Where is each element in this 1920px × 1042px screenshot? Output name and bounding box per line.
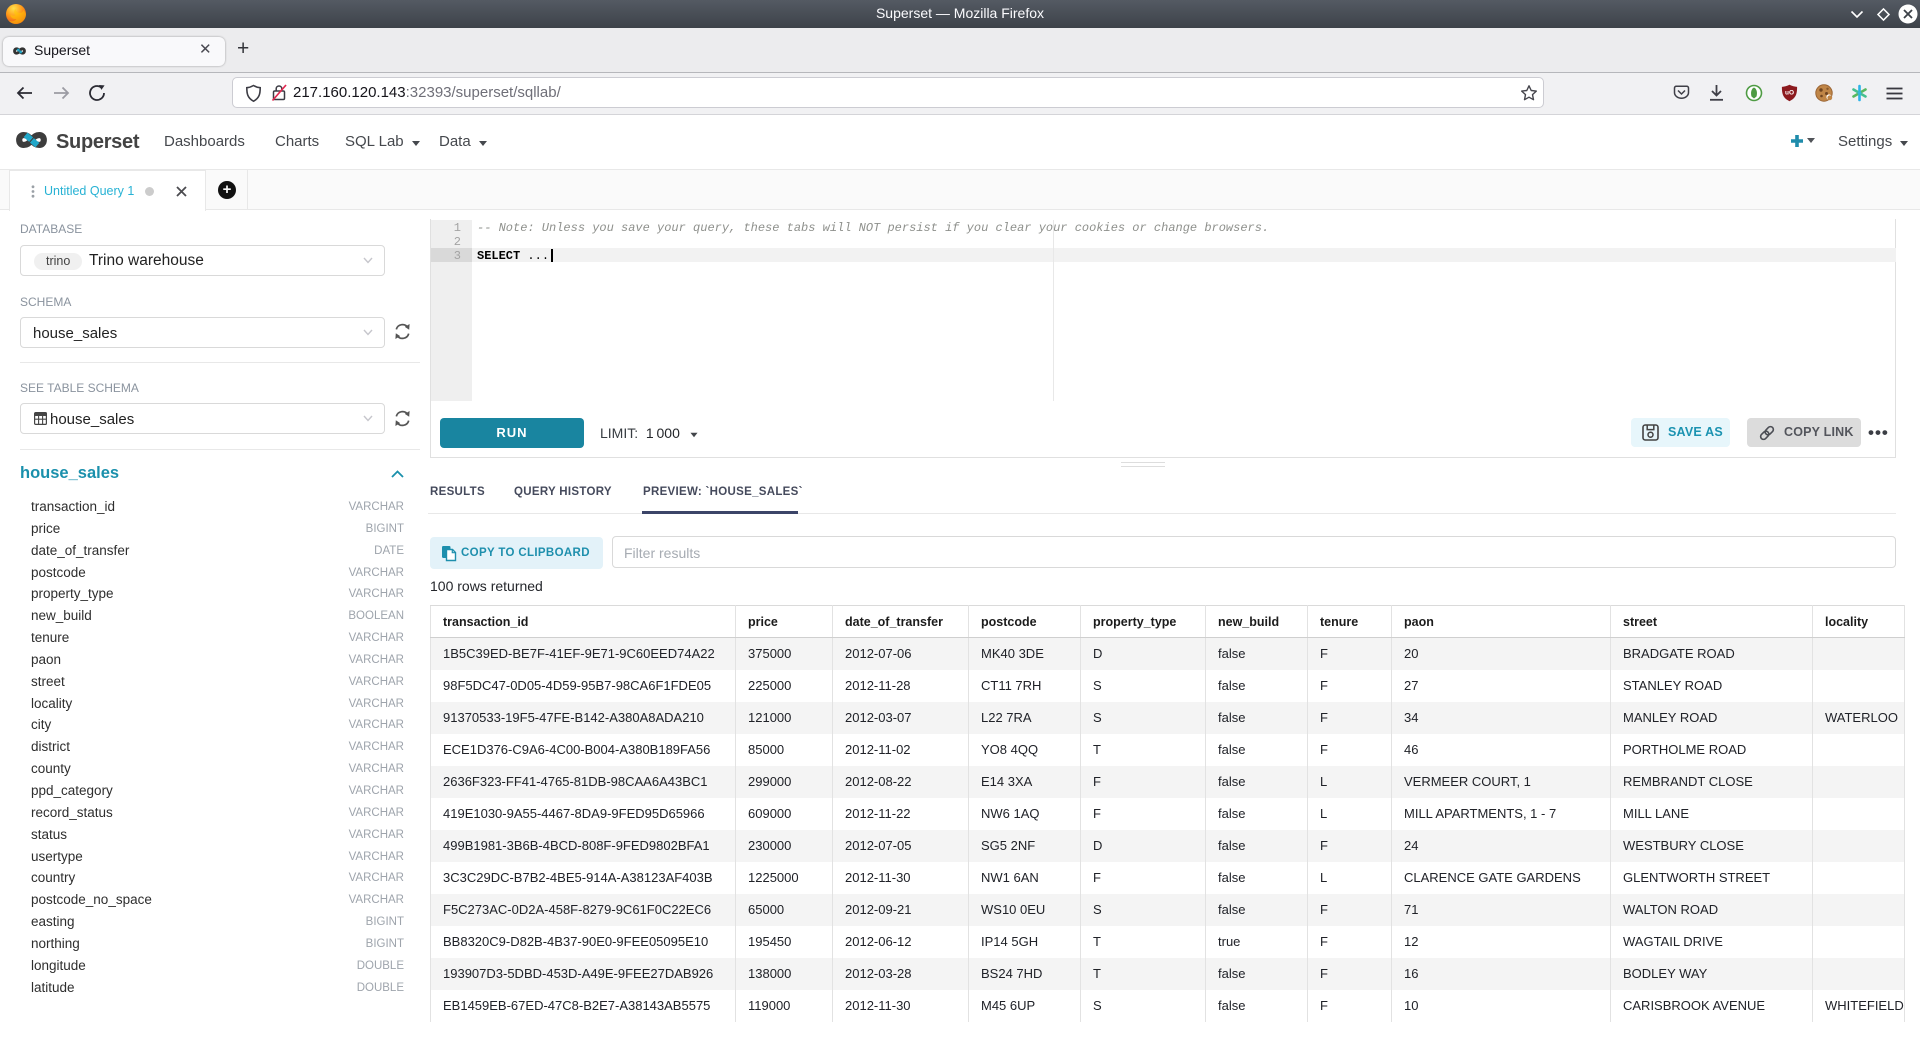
svg-text:uO: uO	[1785, 90, 1794, 97]
